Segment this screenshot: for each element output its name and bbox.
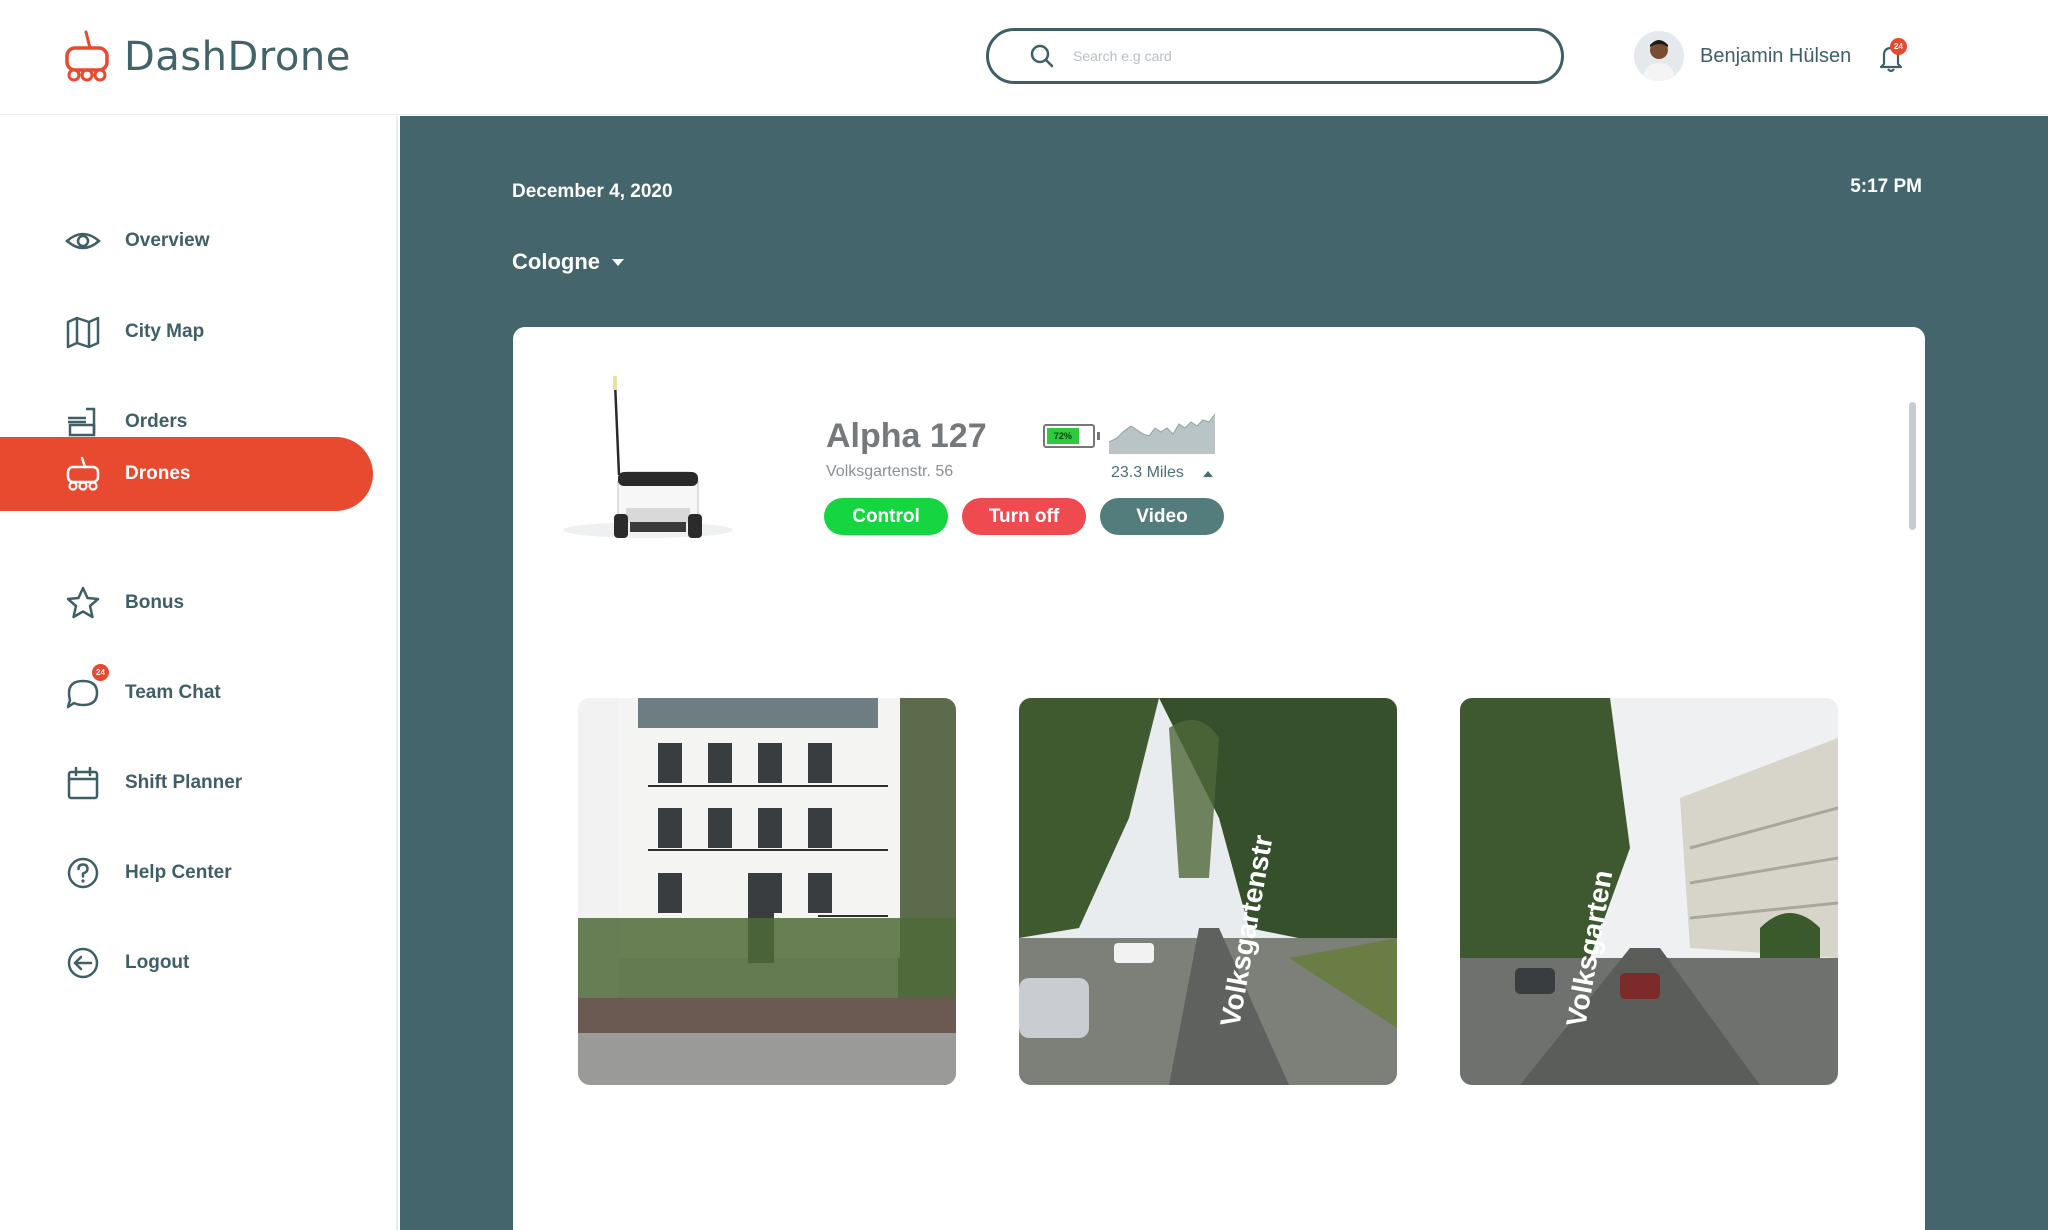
city-label: Cologne xyxy=(512,249,600,274)
calendar-icon xyxy=(67,766,99,800)
logo[interactable]: DashDrone xyxy=(62,28,351,86)
sidebar-item-bonus[interactable]: Bonus xyxy=(0,566,373,640)
control-button[interactable]: Control xyxy=(824,498,948,535)
sidebar-item-label: Drones xyxy=(125,463,191,484)
city-selector[interactable]: Cologne xyxy=(512,249,624,275)
drone-icon xyxy=(66,456,100,491)
notifications-button[interactable]: 24 xyxy=(1876,38,1907,74)
header: DashDrone Benjamin Hülsen 24 xyxy=(0,0,2048,115)
street-view-photo: Volksgarten xyxy=(1460,698,1838,1085)
street-view-photo: Volksgartenstr xyxy=(1019,698,1397,1085)
distance-sparkline xyxy=(1109,413,1216,454)
battery-level: 72% xyxy=(1047,428,1079,444)
main-content: December 4, 2020 5:17 PM Cologne Alpha 1… xyxy=(400,116,2048,1230)
notification-badge: 24 xyxy=(1890,38,1907,55)
sidebar-item-label: Team Chat xyxy=(125,682,221,703)
distance-value: 23.3 Miles xyxy=(1111,464,1184,481)
building-photo xyxy=(578,698,956,1085)
sidebar-item-team-chat[interactable]: 24 Team Chat xyxy=(0,656,373,730)
sidebar-item-label: Overview xyxy=(125,230,210,251)
video-button[interactable]: Video xyxy=(1100,498,1224,535)
help-icon xyxy=(67,857,99,889)
sidebar-item-drones[interactable]: Drones xyxy=(0,437,373,511)
drone-logo-icon xyxy=(65,30,109,82)
chevron-down-icon xyxy=(612,258,624,266)
sidebar-item-label: Logout xyxy=(125,952,190,973)
sidebar: Overview City Map Orders Drones Bonus 24… xyxy=(0,116,398,1230)
street-photo[interactable] xyxy=(578,698,956,1085)
sidebar-item-overview[interactable]: Overview xyxy=(0,204,373,278)
drone-name: Alpha 127 xyxy=(826,417,987,455)
battery-indicator: 72% xyxy=(1043,424,1095,448)
eye-icon xyxy=(65,232,101,250)
street-photo[interactable]: Volksgartenstr xyxy=(1019,698,1397,1085)
search-input[interactable] xyxy=(1073,48,1513,64)
sidebar-item-label: Help Center xyxy=(125,862,232,883)
sidebar-item-logout[interactable]: Logout xyxy=(0,926,373,1000)
user-name: Benjamin Hülsen xyxy=(1700,44,1852,67)
sidebar-item-shift-planner[interactable]: Shift Planner xyxy=(0,746,373,820)
turn-off-button[interactable]: Turn off xyxy=(962,498,1086,535)
sidebar-item-label: Orders xyxy=(125,411,188,432)
avatar[interactable] xyxy=(1634,31,1684,81)
logout-icon xyxy=(67,947,99,979)
sidebar-item-label: City Map xyxy=(125,321,205,342)
current-time: 5:17 PM xyxy=(1850,176,1922,197)
search-bar[interactable] xyxy=(986,28,1564,84)
sidebar-item-label: Shift Planner xyxy=(125,772,243,793)
sidebar-item-city-map[interactable]: City Map xyxy=(0,295,373,369)
street-photo[interactable]: Volksgarten xyxy=(1460,698,1838,1085)
scrollbar[interactable] xyxy=(1909,402,1916,530)
drone-address: Volksgartenstr. 56 xyxy=(826,463,954,480)
trend-up-icon xyxy=(1203,471,1213,477)
sidebar-item-label: Bonus xyxy=(125,592,185,613)
map-icon xyxy=(66,316,100,349)
current-date: December 4, 2020 xyxy=(512,181,673,202)
chat-badge: 24 xyxy=(92,664,109,681)
avatar-image xyxy=(1634,31,1684,81)
battery-tip xyxy=(1097,432,1100,440)
user-profile[interactable]: Benjamin Hülsen xyxy=(1634,31,1851,81)
drone-image xyxy=(563,376,733,538)
sidebar-item-help-center[interactable]: Help Center xyxy=(0,836,373,910)
drone-detail-card: Alpha 127 Volksgartenstr. 56 72% 23.3 Mi… xyxy=(513,327,1925,1230)
orders-icon xyxy=(68,407,96,437)
app-name: DashDrone xyxy=(124,34,351,80)
star-icon xyxy=(66,586,100,619)
search-icon xyxy=(1030,44,1054,68)
